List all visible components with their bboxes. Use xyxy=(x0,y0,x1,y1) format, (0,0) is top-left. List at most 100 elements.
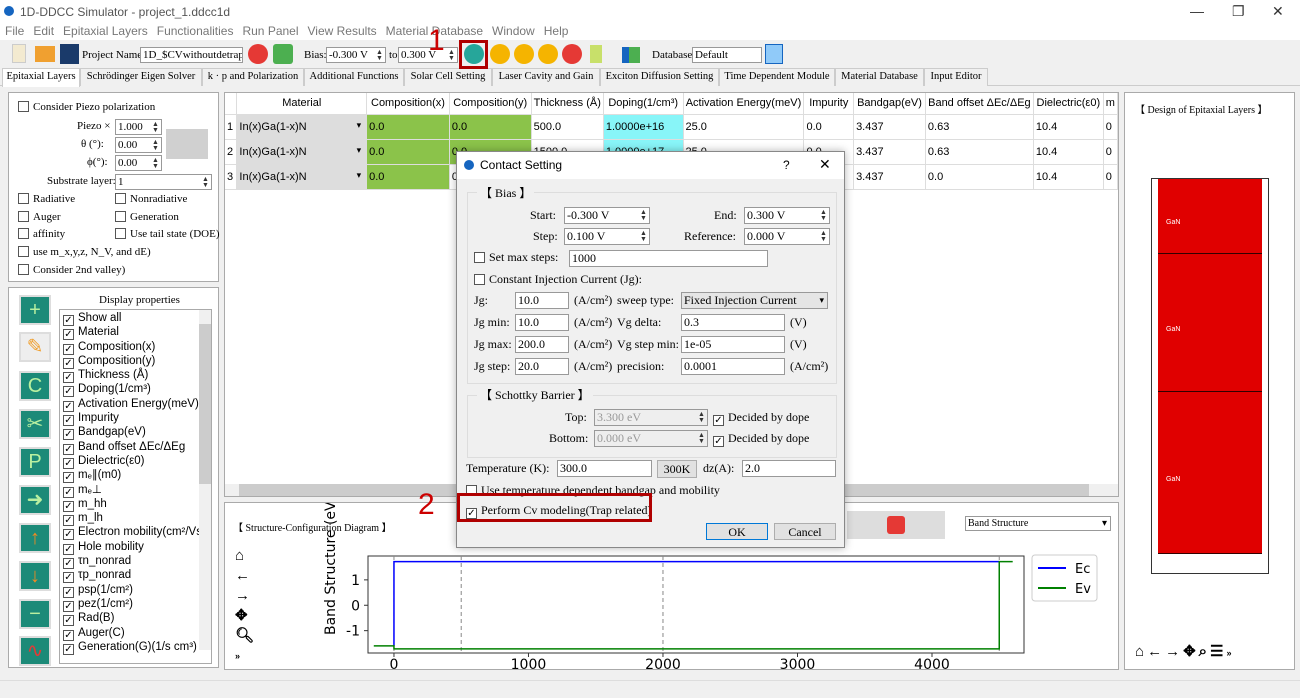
display-property-item[interactable]: ✓ Hole mobility xyxy=(63,540,211,555)
checkbox-checked-icon[interactable]: ✓ xyxy=(63,486,74,498)
spin-arrows-icon[interactable]: ▲ ▼ xyxy=(639,209,648,222)
checkbox-icon[interactable] xyxy=(115,193,126,204)
help-button[interactable]: ? xyxy=(783,158,790,172)
table-cell[interactable]: 0.0 xyxy=(449,114,532,140)
ok-button[interactable]: OK xyxy=(706,523,768,540)
display-property-item[interactable]: ✓ Composition(y) xyxy=(63,354,211,369)
second-valley-checkbox[interactable]: Consider 2nd valley) xyxy=(18,264,125,276)
forward-icon[interactable]: → xyxy=(1165,643,1183,660)
radiative-checkbox[interactable]: Radiative xyxy=(18,193,75,205)
display-property-item[interactable]: ✓ Rad(B) xyxy=(63,611,211,627)
column-header[interactable]: Material xyxy=(236,93,368,115)
menu-run-panel[interactable]: Run Panel xyxy=(242,24,298,38)
checkbox-icon[interactable] xyxy=(115,228,126,239)
menu-view-results[interactable]: View Results xyxy=(308,24,377,38)
home-icon[interactable]: ⌂ xyxy=(1135,643,1147,660)
column-header[interactable]: Thickness (Å) xyxy=(531,93,604,115)
checkbox-checked-icon[interactable]: ✓ xyxy=(63,643,74,655)
settings-icon[interactable]: ☰ xyxy=(1210,643,1226,660)
menu-file[interactable]: File xyxy=(5,24,24,38)
display-property-item[interactable]: ✓ Generation(G)(1/s cm³) xyxy=(63,640,211,655)
top-barrier-input[interactable]: 3.300 eV ▲ ▼ xyxy=(594,409,708,426)
jg-max-input[interactable]: 200.0 xyxy=(515,336,569,353)
checkbox-checked-icon[interactable]: ✓ xyxy=(63,629,74,641)
checkbox-checked-icon[interactable]: ✓ xyxy=(713,415,724,426)
checkbox-icon[interactable] xyxy=(18,246,29,257)
theta-input[interactable]: 0.00 ▲ ▼ xyxy=(115,137,162,153)
close-icon[interactable]: ✕ xyxy=(1272,3,1284,20)
precision-input[interactable]: 0.0001 xyxy=(681,358,785,375)
checkbox-icon[interactable] xyxy=(474,252,485,263)
column-header[interactable]: Band offset ΔEc/ΔEg xyxy=(925,93,1034,115)
tab-additional[interactable]: Additional Functions xyxy=(304,68,404,86)
tab-exciton[interactable]: Exciton Diffusion Setting xyxy=(600,68,719,86)
open-folder-icon[interactable] xyxy=(35,46,55,62)
display-property-item[interactable]: ✓ Show all xyxy=(63,311,211,326)
table-cell[interactable]: 0.0 xyxy=(366,114,450,140)
table-cell[interactable]: 0 xyxy=(1103,164,1118,190)
checkbox-icon[interactable] xyxy=(18,264,29,275)
spin-arrows-icon[interactable]: ▲ ▼ xyxy=(201,176,210,189)
menu-window[interactable]: Window xyxy=(492,24,535,38)
display-property-item[interactable]: ✓ psp(1/cm²) xyxy=(63,583,211,598)
table-cell[interactable]: 500.0 xyxy=(531,114,604,140)
spin-arrows-icon[interactable]: ▲ ▼ xyxy=(697,432,706,445)
tab-kp[interactable]: k · p and Polarization xyxy=(202,68,304,86)
piezo-checkbox[interactable]: Consider Piezo polarization xyxy=(18,101,155,113)
column-header[interactable]: Composition(x) xyxy=(366,93,450,115)
table-cell[interactable]: 0.0 xyxy=(366,164,450,190)
column-header[interactable]: Dielectric(ε0) xyxy=(1033,93,1104,115)
database-input[interactable]: Default xyxy=(692,47,762,63)
table-cell[interactable]: 3.437 xyxy=(853,164,926,190)
maximize-icon[interactable]: ❐ xyxy=(1232,3,1245,20)
table-cell[interactable]: 0.63 xyxy=(925,114,1034,140)
cut-layer-button[interactable]: ✂ xyxy=(19,409,51,439)
paste-layer-button[interactable]: P xyxy=(19,447,51,477)
phi-input[interactable]: 0.00 ▲ ▼ xyxy=(115,155,162,171)
checkbox-checked-icon[interactable]: ✓ xyxy=(63,343,74,355)
dialog-close-button[interactable]: ✕ xyxy=(819,156,831,173)
tail-state-checkbox[interactable]: Use tail state (DOE) xyxy=(115,228,220,240)
material-select[interactable]: In(x)Ga(1-x)N xyxy=(236,164,368,190)
display-property-item[interactable]: ✓ Doping(1/cm³) xyxy=(63,382,211,398)
save-icon[interactable] xyxy=(60,44,79,64)
checkbox-checked-icon[interactable]: ✓ xyxy=(63,386,74,398)
column-header[interactable]: Activation Energy(meV) xyxy=(683,93,805,115)
tab-laser[interactable]: Laser Cavity and Gain xyxy=(492,68,600,86)
run-icon[interactable] xyxy=(490,44,510,64)
column-header[interactable]: m xyxy=(1103,93,1118,115)
back-icon[interactable]: ← xyxy=(1147,643,1165,660)
list-scrollbar[interactable] xyxy=(199,310,211,650)
jg-input[interactable]: 10.0 xyxy=(515,292,569,309)
checkbox-checked-icon[interactable]: ✓ xyxy=(63,615,74,627)
display-property-item[interactable]: ✓ Composition(x) xyxy=(63,340,211,355)
polarization-image-icon[interactable] xyxy=(166,129,208,159)
bottom-barrier-input[interactable]: 0.000 eV ▲ ▼ xyxy=(594,430,708,447)
menu-help[interactable]: Help xyxy=(544,24,569,38)
column-header[interactable]: Doping(1/cm³) xyxy=(603,93,684,115)
display-property-item[interactable]: ✓ Auger(C) xyxy=(63,626,211,641)
table-cell[interactable]: 3.437 xyxy=(853,139,926,165)
table-cell[interactable]: 1.0000e+16 xyxy=(603,114,684,140)
300k-button[interactable]: 300K xyxy=(657,460,697,478)
auger-checkbox[interactable]: Auger xyxy=(18,211,61,223)
spin-arrows-icon[interactable]: ▲ ▼ xyxy=(819,230,828,243)
bias-from-input[interactable]: -0.300 V ▲ ▼ xyxy=(326,47,386,63)
top-decided-checkbox[interactable]: ✓ Decided by dope xyxy=(713,410,809,426)
database-refresh-icon[interactable] xyxy=(765,44,783,64)
tab-material-database[interactable]: Material Database xyxy=(835,68,924,86)
start-input[interactable]: -0.300 V ▲ ▼ xyxy=(564,207,650,224)
menu-functionalities[interactable]: Functionalities xyxy=(157,24,234,38)
dz-input[interactable]: 2.0 xyxy=(742,460,836,477)
checkbox-icon[interactable] xyxy=(18,193,29,204)
reference-input[interactable]: 0.000 V ▲ ▼ xyxy=(744,228,830,245)
epitaxial-layer-block[interactable]: GaN xyxy=(1158,254,1262,392)
display-property-item[interactable]: ✓ Material xyxy=(63,325,211,341)
column-header[interactable]: Impurity xyxy=(803,93,855,115)
pan-icon[interactable]: ✥ xyxy=(1183,643,1199,660)
epitaxial-layer-block[interactable]: GaN xyxy=(1158,179,1262,254)
display-property-item[interactable]: ✓ Bandgap(eV) xyxy=(63,425,211,441)
jg-step-input[interactable]: 20.0 xyxy=(515,358,569,375)
tab-schrodinger[interactable]: Schrödinger Eigen Solver xyxy=(80,68,202,86)
column-header[interactable]: Composition(y) xyxy=(449,93,532,115)
